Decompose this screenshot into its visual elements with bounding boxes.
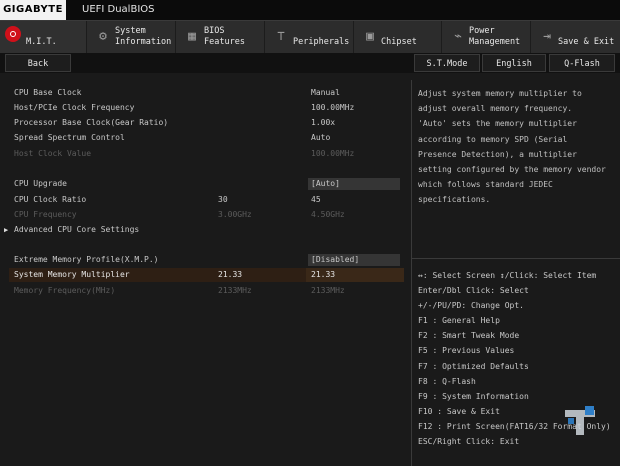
qflash-button[interactable]: Q-Flash xyxy=(549,54,615,72)
help-line: Adjust system memory multiplier to xyxy=(418,89,582,98)
help-line: 'Auto' sets the memory multiplier xyxy=(418,119,577,129)
setting-value[interactable]: Auto xyxy=(311,132,330,144)
tab-system-information-line1: System xyxy=(115,26,146,36)
help-line: specifications. xyxy=(418,195,491,205)
setting-value: 4.50GHz xyxy=(311,210,345,219)
setting-label: CPU Base Clock xyxy=(14,88,82,97)
key-line: F1 : General Help xyxy=(418,316,500,326)
key-line: Enter/Dbl Click: Select xyxy=(418,286,529,296)
tab-bios-features[interactable]: ▦ BIOS Features xyxy=(176,21,265,53)
tab-power-management[interactable]: ⌁ Power Management xyxy=(442,21,531,53)
setting-value: 100.00MHz xyxy=(311,149,355,158)
chipset-icon: ▣ xyxy=(366,29,374,44)
tab-bios-features-line2: Features xyxy=(204,37,245,47)
tab-save-exit[interactable]: ⇥ Save & Exit xyxy=(531,21,620,53)
help-divider xyxy=(412,258,620,259)
setting-value[interactable]: 21.33 xyxy=(311,269,335,281)
tab-power-management-line2: Management xyxy=(469,37,521,47)
bios-title: UEFI DualBIOS xyxy=(82,4,155,15)
tab-peripherals[interactable]: ⊤ Peripherals xyxy=(265,21,354,53)
setting-label: CPU Frequency xyxy=(14,210,77,219)
tab-power-management-line1: Power xyxy=(469,26,495,36)
key-line: F7 : Optimized Defaults xyxy=(418,361,529,371)
main-nav: M.I.T. ⚙ System Information ▦ BIOS Featu… xyxy=(0,21,620,53)
exit-icon: ⇥ xyxy=(543,29,551,44)
setting-current: 2133MHz xyxy=(218,286,252,295)
key-line: ↔: Select Screen ↕/Click: Select Item xyxy=(418,271,597,280)
key-line: F2 : Smart Tweak Mode xyxy=(418,331,520,341)
setting-value[interactable]: 100.00MHz xyxy=(311,102,354,114)
help-line: setting configured by the memory vendor xyxy=(418,165,606,175)
setting-value[interactable]: 1.00x xyxy=(311,117,335,129)
help-line: which follows standard JEDEC xyxy=(418,180,553,190)
tab-bios-features-line1: BIOS xyxy=(204,26,225,36)
setting-value: 2133MHz xyxy=(311,286,345,295)
tab-system-information[interactable]: ⚙ System Information xyxy=(87,21,176,53)
bios-chip-icon: ▦ xyxy=(188,29,196,44)
tab-chipset-label: Chipset xyxy=(381,37,417,47)
setting-label: Spread Spectrum Control xyxy=(14,133,125,142)
key-line: F9 : System Information xyxy=(418,391,529,401)
key-line: F8 : Q-Flash xyxy=(418,376,476,386)
setting-value[interactable]: 45 xyxy=(311,194,321,206)
setting-label: Advanced CPU Core Settings xyxy=(14,225,140,234)
tab-mit-label: M.I.T. xyxy=(26,37,57,47)
setting-current: 3.00GHz xyxy=(218,210,252,219)
setting-label: CPU Upgrade xyxy=(14,179,67,188)
submenu-arrow-icon: ▶ xyxy=(4,226,9,234)
help-line: adjust overall memory frequency. xyxy=(418,104,573,114)
gigabyte-logo: GIGABYTE xyxy=(0,0,66,20)
setting-current: 21.33 xyxy=(218,270,243,279)
key-line: +/-/PU/PD: Change Opt. xyxy=(418,301,524,311)
setting-value[interactable]: [Disabled] xyxy=(308,254,400,266)
tab-save-exit-label: Save & Exit xyxy=(558,37,615,47)
help-line: Presence Detection), a multiplier xyxy=(418,149,577,159)
panel-divider xyxy=(411,80,412,466)
gear-icon: ⚙ xyxy=(99,29,107,44)
setting-value[interactable]: [Auto] xyxy=(308,178,400,190)
brand-bar: GIGABYTE UEFI DualBIOS xyxy=(0,0,620,21)
peripherals-icon: ⊤ xyxy=(277,29,285,44)
setting-label: Host/PCIe Clock Frequency xyxy=(14,103,135,112)
setting-label: Host Clock Value xyxy=(14,149,92,158)
help-line: according to memory SPD (Serial xyxy=(418,134,568,144)
tab-peripherals-label: Peripherals xyxy=(293,37,350,47)
watermark-logo-icon xyxy=(565,406,595,435)
setting-label: System Memory Multiplier xyxy=(14,270,130,279)
mit-icon xyxy=(5,26,21,42)
setting-value[interactable]: Manual xyxy=(311,87,340,99)
setting-label: Processor Base Clock(Gear Ratio) xyxy=(14,118,169,127)
setting-label: CPU Clock Ratio xyxy=(14,195,87,204)
tab-chipset[interactable]: ▣ Chipset xyxy=(354,21,442,53)
setting-label: Memory Frequency(MHz) xyxy=(14,286,116,295)
setting-label: Extreme Memory Profile(X.M.P.) xyxy=(14,255,159,264)
help-description: Adjust system memory multiplier to adjus… xyxy=(418,86,614,208)
tab-mit[interactable]: M.I.T. xyxy=(0,21,87,53)
back-button[interactable]: Back xyxy=(5,54,71,72)
st-mode-button[interactable]: S.T.Mode xyxy=(414,54,480,72)
tab-system-information-line2: Information xyxy=(115,37,172,47)
language-button[interactable]: English xyxy=(482,54,546,72)
key-line: F5 : Previous Values xyxy=(418,346,515,356)
setting-current: 30 xyxy=(218,195,228,204)
power-icon: ⌁ xyxy=(454,29,462,44)
